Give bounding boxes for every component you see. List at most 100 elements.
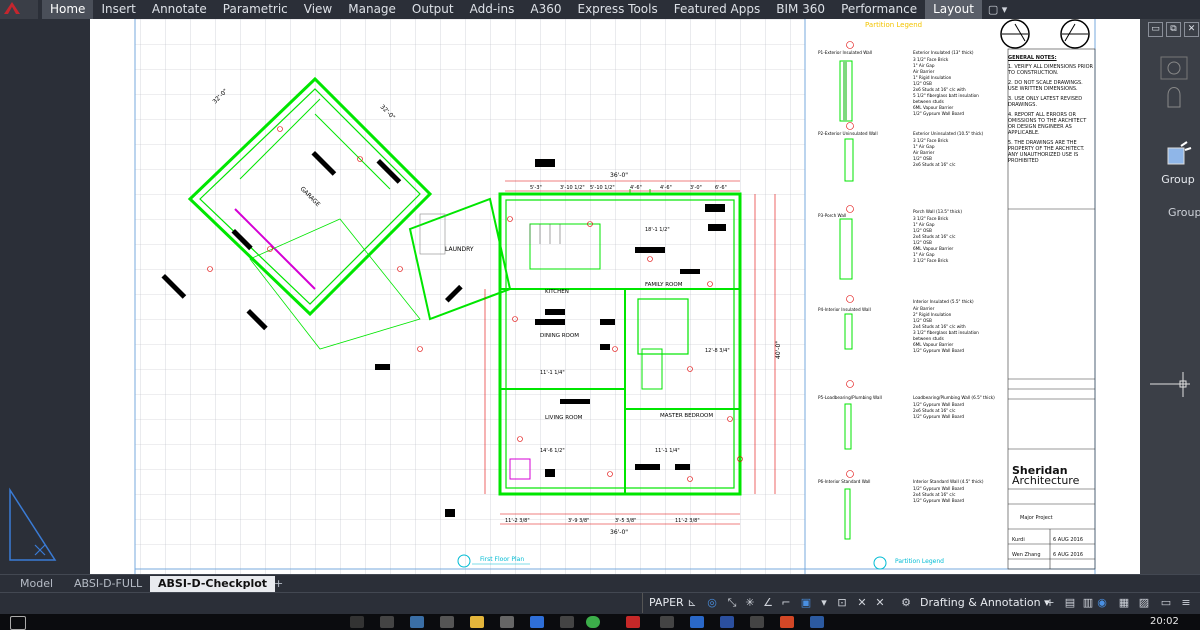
tab-view[interactable]: View bbox=[296, 0, 340, 19]
tab-express-tools[interactable]: Express Tools bbox=[570, 0, 666, 19]
tab-insert[interactable]: Insert bbox=[93, 0, 143, 19]
ribbon-panel-toggle-button[interactable]: ▢ ▾ bbox=[982, 0, 1013, 19]
taskbar-app-icon[interactable] bbox=[690, 616, 704, 628]
start-icon[interactable] bbox=[10, 616, 26, 630]
pan-icon[interactable] bbox=[1167, 87, 1181, 108]
room-label-living: LIVING ROOM bbox=[545, 415, 583, 421]
hardware-acceleration-icon[interactable]: ▥ bbox=[1082, 597, 1094, 609]
tab-manage[interactable]: Manage bbox=[340, 0, 404, 19]
taskbar-app-icon[interactable] bbox=[810, 616, 824, 628]
legend-p5-layer: 1/2" Gypsum Wall Board bbox=[913, 414, 964, 419]
room-label-master-bedroom: MASTER BEDROOM bbox=[660, 413, 713, 419]
room-dim-1: 11'-1 1/4" bbox=[540, 370, 565, 376]
taskbar-app-icon[interactable] bbox=[350, 616, 364, 628]
legend-p1-layer: 1" Rigid Insulation bbox=[913, 75, 952, 80]
partition-legend-title: Partition Legend bbox=[865, 21, 922, 29]
legend-p3-title: P3-Porch Wall bbox=[818, 213, 846, 218]
legend-p6-layer: 1/2" Gypsum Wall Board bbox=[913, 498, 964, 503]
workspace-switcher[interactable]: Drafting & Annotation ▾ bbox=[920, 593, 1050, 613]
note-item: 2. DO NOT SCALE DRAWINGS. USE WRITTEN DI… bbox=[1008, 80, 1083, 92]
layout-tab-model[interactable]: Model bbox=[12, 576, 61, 592]
tab-performance[interactable]: Performance bbox=[833, 0, 925, 19]
drawn-date: 6 AUG 2016 bbox=[1053, 537, 1083, 543]
selection-cycling-icon[interactable]: ▣ bbox=[800, 597, 812, 609]
tab-bim360[interactable]: BIM 360 bbox=[768, 0, 833, 19]
legend-p3-desc: Porch Wall (13.5" thick) bbox=[913, 209, 962, 214]
annotation-scale-icon[interactable]: ✕ bbox=[856, 597, 868, 609]
crosshair-cursor-icon bbox=[1150, 372, 1190, 397]
taskbar-app-icon[interactable] bbox=[560, 616, 574, 628]
model-space-icon[interactable]: ⊡ bbox=[836, 597, 848, 609]
grid-snap-icon[interactable]: ⊾ bbox=[686, 597, 698, 609]
annotation-autoscale-icon[interactable]: ✕ bbox=[874, 597, 886, 609]
tab-output[interactable]: Output bbox=[404, 0, 462, 19]
dim-right: 40'-0" bbox=[775, 341, 782, 359]
autocad-taskbar-icon[interactable] bbox=[626, 616, 640, 628]
clean-screen-icon[interactable]: ◉ bbox=[1096, 597, 1108, 609]
tab-annotate[interactable]: Annotate bbox=[144, 0, 215, 19]
notification-icon[interactable]: ▨ bbox=[1138, 597, 1150, 609]
legend-p1-layer: between studs bbox=[913, 99, 944, 104]
group-button[interactable]: Group bbox=[1156, 140, 1200, 208]
legend-p2-desc: Exterior Uninsulated (10.5" thick) bbox=[913, 131, 984, 136]
tab-parametric[interactable]: Parametric bbox=[215, 0, 296, 19]
minimize-icon[interactable]: ▭ bbox=[1148, 22, 1163, 37]
legend-p3-layer: 3 1/2" Face Brick bbox=[913, 258, 949, 263]
grid-area bbox=[135, 19, 805, 574]
plus-icon[interactable]: + bbox=[1044, 597, 1056, 609]
layout-tab-absi-d-checkplot[interactable]: ABSI-D-Checkplot bbox=[150, 576, 276, 592]
lineweight-icon[interactable]: ⌐ bbox=[780, 597, 792, 609]
dim-bottom-seg-1: 3'-9 3/8" bbox=[568, 518, 589, 524]
restore-icon[interactable]: ⧉ bbox=[1166, 22, 1181, 37]
customization-icon[interactable]: ▦ bbox=[1118, 597, 1130, 609]
tab-addins[interactable]: Add-ins bbox=[462, 0, 523, 19]
fullscreen-icon[interactable]: ▭ bbox=[1160, 597, 1172, 609]
isolate-objects-icon[interactable]: ▤ bbox=[1064, 597, 1076, 609]
legend-p1-layer: 1" Air Gap bbox=[913, 63, 935, 68]
dim-total-top: 36'-0" bbox=[610, 172, 628, 179]
note-item: 5. THE DRAWINGS ARE THE PROPERTY OF THE … bbox=[1008, 140, 1085, 164]
taskbar-app-icon[interactable] bbox=[660, 616, 674, 628]
layout-tab-absi-d-full[interactable]: ABSI-D-FULL bbox=[66, 576, 150, 592]
polar-tracking-icon[interactable]: ◎ bbox=[706, 597, 718, 609]
add-layout-button[interactable]: + bbox=[266, 576, 291, 592]
tab-home[interactable]: Home bbox=[42, 0, 94, 19]
taskbar-app-icon[interactable] bbox=[410, 616, 424, 628]
taskbar-app-icon[interactable] bbox=[470, 616, 484, 628]
checked-date: 6 AUG 2016 bbox=[1053, 552, 1083, 558]
legend-p1-layer: 1/2" OSB bbox=[913, 81, 932, 86]
legend-p3-layer: 3 1/2" Face Brick bbox=[913, 216, 949, 221]
object-snap-icon[interactable]: ✳ bbox=[744, 597, 756, 609]
taskbar-app-icon[interactable] bbox=[780, 616, 794, 628]
tab-layout[interactable]: Layout bbox=[925, 0, 982, 19]
tab-a360[interactable]: A360 bbox=[522, 0, 569, 19]
legend-p2-layer: 2x6 Studs at 16" c/c bbox=[913, 162, 956, 167]
taskbar-app-icon[interactable] bbox=[500, 616, 514, 628]
application-menu-button[interactable] bbox=[0, 0, 38, 19]
paper-space-toggle[interactable]: PAPER bbox=[642, 593, 690, 613]
room-dim-2: 14'-6 1/2" bbox=[540, 448, 565, 454]
workspace-gear-icon[interactable]: ⚙ bbox=[900, 597, 912, 609]
dim-top-seg-5: 3'-0" bbox=[690, 185, 702, 191]
taskbar-app-icon[interactable] bbox=[380, 616, 394, 628]
dim-top-seg-2: 5'-10 1/2" bbox=[590, 185, 615, 191]
zoom-icon[interactable] bbox=[1160, 56, 1188, 80]
drawing-canvas[interactable]: GARAGE 32'-0" 32'-0" LAUNDRY 36'-0" 36'-… bbox=[90, 19, 1140, 574]
otrack-icon[interactable]: ∠ bbox=[762, 597, 774, 609]
paper-sheet[interactable]: GARAGE 32'-0" 32'-0" LAUNDRY 36'-0" 36'-… bbox=[90, 19, 1140, 574]
osnap-icon[interactable]: ⤡ bbox=[726, 597, 738, 609]
taskbar-app-icon[interactable] bbox=[530, 616, 544, 628]
menu-icon[interactable]: ≡ bbox=[1180, 597, 1192, 609]
project-name: Major Project bbox=[1020, 515, 1053, 521]
taskbar-app-icon[interactable] bbox=[720, 616, 734, 628]
notes-title: GENERAL NOTES: bbox=[1008, 55, 1057, 61]
legend-p6-desc: Interior Standard Wall (4.5" thick) bbox=[913, 479, 984, 484]
chrome-icon[interactable] bbox=[586, 616, 600, 628]
legend-p4-layer: Air Barrier bbox=[913, 306, 935, 311]
close-icon[interactable]: ✕ bbox=[1184, 22, 1199, 37]
taskbar-app-icon[interactable] bbox=[750, 616, 764, 628]
taskbar-app-icon[interactable] bbox=[440, 616, 454, 628]
tab-featured-apps[interactable]: Featured Apps bbox=[666, 0, 768, 19]
legend-p1-layer: 2x6 Studs at 16" c/c with bbox=[913, 87, 966, 92]
annotation-visibility-icon[interactable]: ▾ bbox=[818, 597, 830, 609]
